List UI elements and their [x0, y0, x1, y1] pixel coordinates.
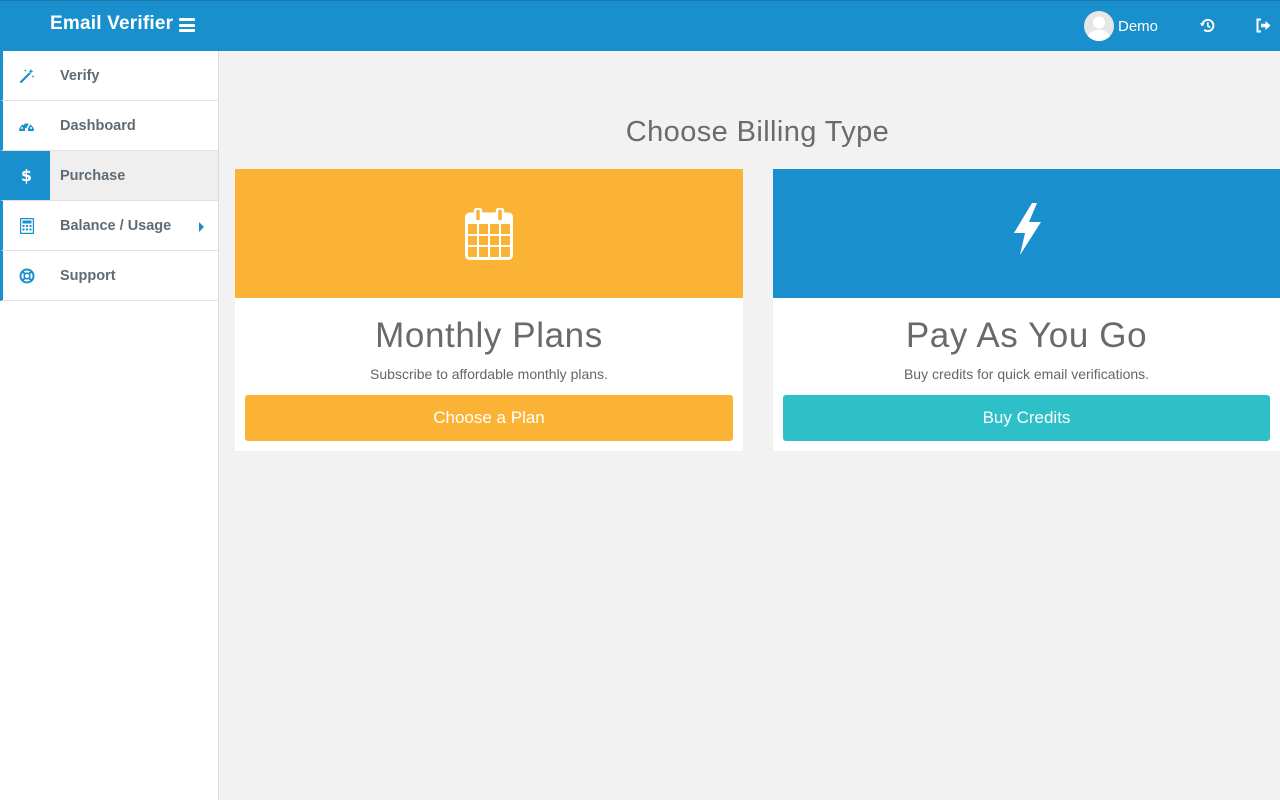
card-title: Monthly Plans: [375, 316, 603, 355]
sidebar-item-label: Verify: [60, 67, 100, 84]
calendar-icon: [465, 207, 513, 260]
top-navbar: Email Verifier Demo: [0, 0, 1280, 51]
pay-as-you-go-card: Pay As You Go Buy credits for quick emai…: [773, 169, 1280, 451]
caret-right-icon: [199, 222, 204, 232]
page-title: Choose Billing Type: [625, 116, 890, 148]
sidebar-item-label: Purchase: [60, 167, 126, 184]
card-subtitle: Subscribe to affordable monthly plans.: [370, 366, 608, 382]
sidebar-item-label: Balance / Usage: [60, 217, 172, 234]
monthly-plans-header: [235, 169, 743, 298]
sidebar-item-support[interactable]: Support: [0, 251, 218, 301]
sidebar-item-purchase[interactable]: $ Purchase: [0, 151, 218, 201]
brand-title[interactable]: Email Verifier: [50, 13, 173, 35]
buy-credits-button[interactable]: Buy Credits: [783, 395, 1270, 441]
menu-toggle-icon[interactable]: [179, 18, 195, 32]
bolt-icon: [1013, 202, 1041, 255]
history-icon[interactable]: [1199, 17, 1217, 35]
sidebar-item-label: Dashboard: [60, 117, 136, 134]
pay-as-you-go-header: [773, 169, 1280, 298]
sidebar-item-dashboard[interactable]: Dashboard: [0, 101, 218, 151]
user-name: Demo: [1118, 17, 1159, 35]
life-ring-icon: [3, 251, 50, 300]
card-subtitle: Buy credits for quick email verification…: [903, 366, 1150, 382]
card-title: Pay As You Go: [905, 316, 1148, 355]
magic-wand-icon: [3, 51, 50, 100]
logout-icon[interactable]: [1255, 17, 1273, 35]
tachometer-icon: [3, 101, 50, 150]
sidebar-item-label: Support: [60, 267, 116, 284]
user-menu[interactable]: Demo: [1084, 11, 1158, 41]
sidebar-item-balance-usage[interactable]: Balance / Usage: [0, 201, 218, 251]
calculator-icon: [3, 201, 50, 250]
sidebar-item-verify[interactable]: Verify: [0, 51, 218, 101]
sidebar: Verify Dashboard $ Purchase Balance / Us…: [0, 51, 219, 800]
monthly-plans-card: Monthly Plans Subscribe to affordable mo…: [235, 169, 743, 451]
choose-plan-button[interactable]: Choose a Plan: [245, 395, 733, 441]
dollar-icon: $: [3, 151, 50, 200]
avatar: [1084, 11, 1114, 41]
